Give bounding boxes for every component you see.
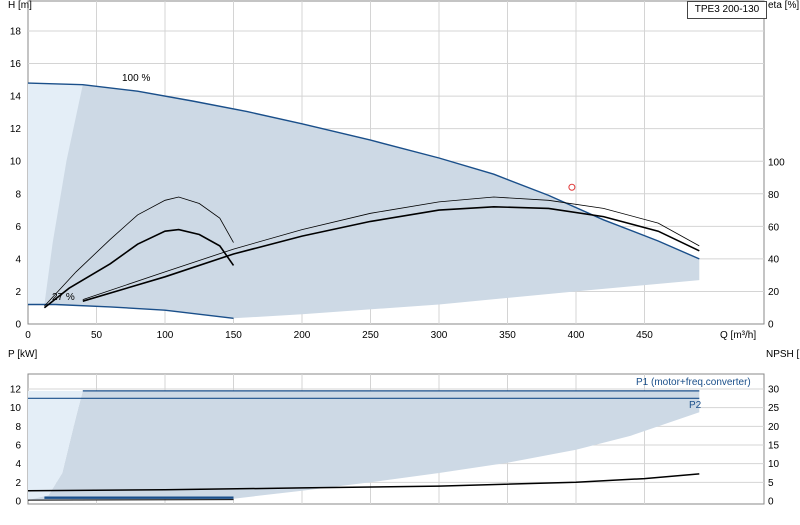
power-tick-label: 12 (10, 385, 22, 396)
power-tick-label: 4 (15, 459, 21, 470)
x-tick-label: 200 (294, 330, 311, 341)
npsh-tick-label: 20 (768, 422, 780, 433)
y-right-tick-label: 100 (768, 158, 785, 169)
y-right-tick-label: 0 (768, 320, 774, 331)
x-tick-label: 50 (91, 330, 103, 341)
power-tick-label: 2 (15, 478, 21, 489)
npsh-tick-label: 25 (768, 403, 780, 414)
x-tick-label: 450 (636, 330, 653, 341)
power-tick-label: 8 (15, 422, 21, 433)
npsh-tick-label: 0 (768, 497, 774, 508)
legend-p2: P2 (689, 400, 702, 411)
y-right-tick-label: 60 (768, 222, 780, 233)
head-efficiency-panel: 0 50 100 150 200 250 300 350 400 4500246810121416… (8, 0, 799, 341)
chart-canvas: 0 50 100 150 200 250 300 350 400 4500246810121416… (8, 0, 800, 508)
y-axis-label-npsh: NPSH [m] (766, 349, 800, 360)
y-axis-label-eta: eta [%] (768, 0, 799, 11)
y-right-tick-label: 20 (768, 287, 780, 298)
y-axis-label-head: H [m] (8, 0, 32, 11)
model-label: TPE3 200-130 (687, 1, 767, 19)
y-left-tick-label: 10 (10, 157, 22, 168)
y-left-tick-label: 18 (10, 27, 22, 38)
power-npsh-panel: 0 2 4 6 8 10 12 0 5 10 15 20 25 30 P [kW] NPSH [m] P1… (8, 349, 800, 508)
y-left-tick-label: 8 (15, 189, 21, 200)
x-tick-label: 100 (157, 330, 174, 341)
npsh-tick-label: 15 (768, 441, 780, 452)
y-left-tick-label: 6 (15, 222, 21, 233)
x-tick-label: 300 (431, 330, 448, 341)
power-tick-label: 6 (15, 441, 21, 452)
y-right-tick-label: 80 (768, 190, 780, 201)
y-right-tick-label: 40 (768, 255, 780, 266)
power-tick-label: 0 (15, 497, 21, 508)
x-tick-label: 250 (362, 330, 379, 341)
y-left-tick-label: 16 (10, 59, 22, 70)
y-left-tick-label: 0 (15, 320, 21, 331)
npsh-tick-label: 10 (768, 459, 780, 470)
pump-performance-chart: 0 50 100 150 200 250 300 350 400 450 0 2 4 6 8 10 12 14 16… (0, 0, 800, 520)
y-left-tick-label: 4 (15, 254, 21, 265)
x-tick-label: 400 (568, 330, 585, 341)
x-axis-label: Q [m³/h] (720, 330, 756, 341)
x-tick-label: 0 (25, 330, 31, 341)
y-axis-label-power: P [kW] (8, 349, 37, 360)
power-curve-5 (27, 499, 234, 501)
y-left-tick-label: 12 (10, 124, 22, 135)
y-left-tick-label: 2 (15, 287, 21, 298)
annotation-27pct: 27 % (52, 292, 75, 303)
annotation-100pct: 100 % (122, 73, 150, 84)
power-tick-label: 10 (10, 403, 22, 414)
x-tick-label: 150 (225, 330, 242, 341)
npsh-tick-label: 30 (768, 385, 780, 396)
y-left-tick-label: 14 (10, 92, 22, 103)
legend-p1: P1 (motor+freq.converter) (636, 377, 751, 388)
x-tick-label: 350 (499, 330, 516, 341)
npsh-tick-label: 5 (768, 478, 774, 489)
